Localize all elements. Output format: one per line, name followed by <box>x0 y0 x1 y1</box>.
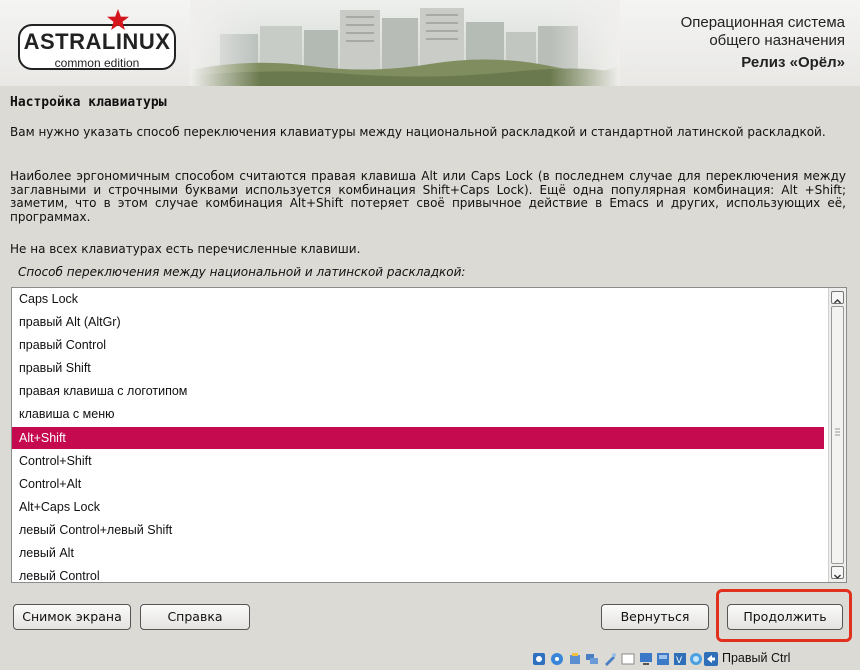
list-item[interactable]: правая клавиша с логотипом <box>12 380 824 402</box>
disk-icon[interactable] <box>532 652 546 666</box>
intro-paragraph: Вам нужно указать способ переключения кл… <box>10 125 826 139</box>
logo-subtitle: common edition <box>54 56 140 70</box>
cpu-icon[interactable]: V <box>673 652 687 666</box>
scroll-up-button[interactable] <box>831 291 844 304</box>
os-line-2: общего назначения <box>709 32 845 49</box>
astra-logo: ASTRALINUX common edition <box>18 9 178 70</box>
host-key-label: Правый Ctrl <box>722 651 791 665</box>
scroll-thumb[interactable] <box>831 306 844 564</box>
note-paragraph: Не на всех клавиатурах есть перечисленны… <box>10 242 361 256</box>
city-photo <box>190 0 620 86</box>
recording-icon[interactable] <box>656 652 670 666</box>
header-banner: ASTRALINUX common edition Операционная с… <box>0 0 860 86</box>
help-button[interactable]: Справка <box>140 604 250 630</box>
chevron-down-icon <box>834 574 841 579</box>
os-line-1: Операционная система <box>680 14 845 31</box>
list-item[interactable]: левый Control+левый Shift <box>12 519 824 541</box>
os-description: Операционная система общего назначения Р… <box>681 14 845 74</box>
release-name: Релиз «Орёл» <box>741 54 845 71</box>
list-item-selected[interactable]: Alt+Shift <box>12 427 824 449</box>
highlight-frame <box>716 589 852 642</box>
page-title: Настройка клавиатуры <box>10 95 167 110</box>
list-item[interactable]: правый Shift <box>12 357 824 379</box>
list-item[interactable]: Control+Alt <box>12 473 824 495</box>
shared-folder-icon[interactable] <box>621 652 635 666</box>
mouse-integration-icon[interactable] <box>689 652 703 666</box>
grip-icon <box>835 428 840 436</box>
list-item[interactable]: Caps Lock <box>12 288 824 310</box>
ergonomic-paragraph: Наиболее эргономичным способом считаются… <box>10 169 846 224</box>
audio-icon[interactable] <box>568 652 582 666</box>
switch-method-list[interactable]: Caps Lock правый Alt (AltGr) правый Cont… <box>11 287 847 583</box>
display-icon[interactable] <box>639 652 653 666</box>
list-item[interactable]: правый Alt (AltGr) <box>12 311 824 333</box>
host-key-arrow-icon <box>704 652 718 666</box>
back-button[interactable]: Вернуться <box>601 604 709 630</box>
network-icon[interactable] <box>585 652 599 666</box>
list-prompt: Способ переключения между национальной и… <box>18 265 466 279</box>
scroll-down-button[interactable] <box>831 566 844 579</box>
optical-drive-icon[interactable] <box>550 652 564 666</box>
usb-icon[interactable] <box>603 652 617 666</box>
list-item[interactable]: Alt+Caps Lock <box>12 496 824 518</box>
list-scrollbar[interactable] <box>828 288 846 582</box>
logo-text: ASTRALINUX <box>23 29 171 54</box>
list-item[interactable]: левый Alt <box>12 542 824 564</box>
list-item[interactable]: левый Control <box>12 565 824 582</box>
svg-text:V: V <box>676 656 683 666</box>
list-item[interactable]: правый Control <box>12 334 824 356</box>
screenshot-button[interactable]: Снимок экрана <box>13 604 131 630</box>
list-item[interactable]: Control+Shift <box>12 450 824 472</box>
list-item[interactable]: клавиша с меню <box>12 403 824 425</box>
